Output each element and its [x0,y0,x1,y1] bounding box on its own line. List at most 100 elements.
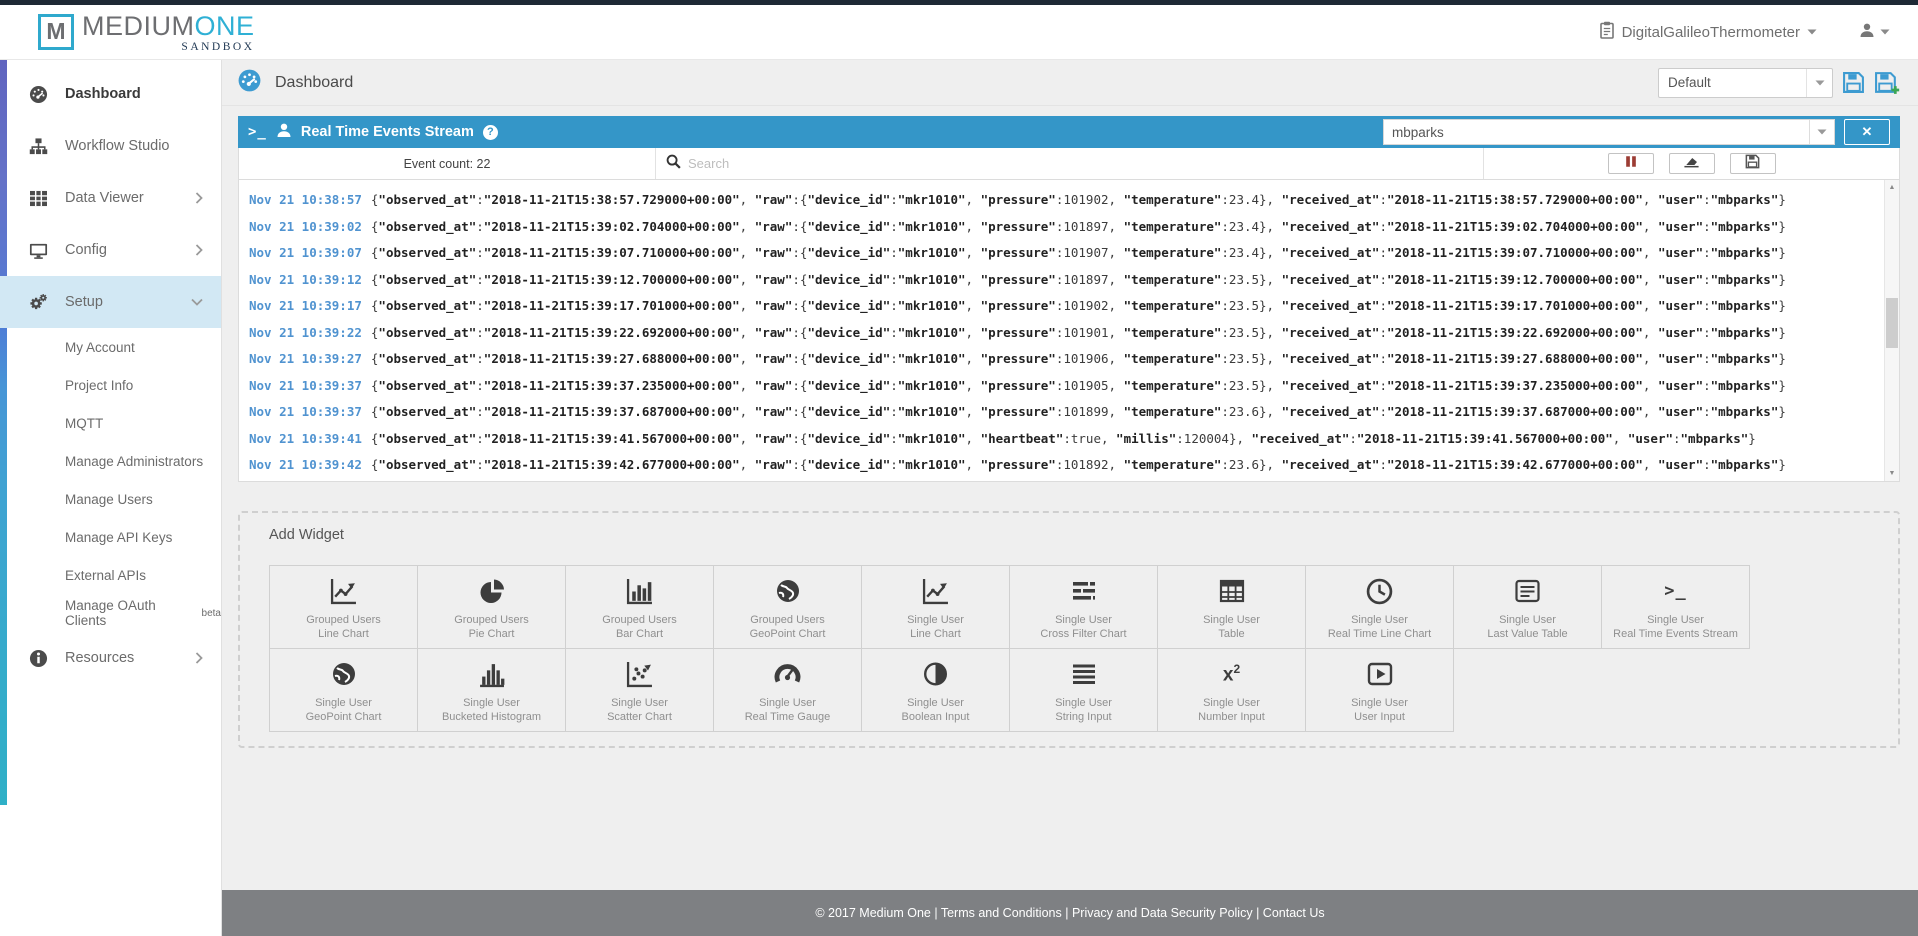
widget-single-user-bucketed-histogram[interactable]: Single UserBucketed Histogram [417,648,566,732]
widget-single-user-real-time-events-stream[interactable]: >_Single UserReal Time Events Stream [1601,565,1750,649]
event-log-row: Nov 21 10:39:22 {"observed_at":"2018-11-2… [249,320,1879,347]
widget-single-user-table[interactable]: Single UserTable [1157,565,1306,649]
terminal-icon: >_ [248,124,267,140]
event-json: {"observed_at":"2018-11-21T15:39:41.5670… [371,431,1756,446]
sidebar-subitem-my-account[interactable]: My Account [0,328,221,366]
sidebar-item-workflow-studio[interactable]: Workflow Studio [0,120,221,172]
scroll-down-arrow-icon[interactable]: ▼ [1885,466,1899,481]
widget-single-user-last-value-table[interactable]: Single UserLast Value Table [1453,565,1602,649]
widget-grouped-users-line-chart[interactable]: Grouped UsersLine Chart [269,565,418,649]
chevron-right-icon [195,244,203,256]
widget-grouped-users-geopoint-chart[interactable]: Grouped UsersGeoPoint Chart [713,565,862,649]
widget-single-user-boolean-input[interactable]: Single UserBoolean Input [861,648,1010,732]
widget-label-line1: Single User [463,696,520,710]
sidebar-subitem-manage-oauth-clients[interactable]: Manage OAuth Clientsbeta [0,594,221,632]
sidebar-item-setup[interactable]: Setup [0,276,221,328]
sidebar-item-label: Workflow Studio [65,138,203,154]
event-timestamp: Nov 21 10:39:17 [249,298,362,313]
sidebar-nav: Dashboard Workflow Studio Data Viewer Confi… [0,60,221,684]
user-filter-combo[interactable] [1383,119,1835,145]
event-json: {"observed_at":"2018-11-21T15:39:07.7100… [371,245,1786,260]
widget-label-line2: User Input [1354,710,1405,724]
brand-logo[interactable]: M MEDIUMONE SANDBOX [38,12,255,53]
scroll-up-arrow-icon[interactable]: ▲ [1885,180,1899,195]
footer-link[interactable]: Privacy and Data Security Policy [1072,906,1253,920]
widget-single-user-geopoint-chart[interactable]: Single UserGeoPoint Chart [269,648,418,732]
sidebar-subitem-label: Manage Administrators [65,454,203,469]
event-json: {"observed_at":"2018-11-21T15:39:27.6880… [371,351,1786,366]
pie-chart-icon [479,575,505,607]
search-input[interactable] [688,156,1483,171]
project-selector[interactable]: DigitalGalileoThermometer [1599,21,1817,44]
close-panel-button[interactable]: ✕ [1844,119,1890,145]
event-timestamp: Nov 21 10:39:37 [249,404,362,419]
event-json: {"observed_at":"2018-11-21T15:39:17.7010… [371,298,1786,313]
event-json: {"observed_at":"2018-11-21T15:39:22.6920… [371,325,1786,340]
widget-single-user-string-input[interactable]: Single UserString Input [1009,648,1158,732]
sidebar-subitem-label: Manage OAuth Clients [65,598,200,628]
chevron-down-icon[interactable] [1809,120,1834,144]
widget-label-line2: Boolean Input [902,710,970,724]
widget-single-user-line-chart[interactable]: Single UserLine Chart [861,565,1010,649]
event-log-row: Nov 21 10:39:37{"observed_at":"2018-11-2… [249,399,1879,426]
save-as-new-dashboard-button[interactable] [1874,71,1900,95]
widget-label-line2: Number Input [1198,710,1265,724]
event-timestamp: Nov 21 10:39:22 [249,325,362,340]
pause-icon [1624,155,1638,173]
widget-single-user-user-input[interactable]: Single UserUser Input [1305,648,1454,732]
clear-stream-button[interactable] [1669,153,1715,174]
event-log-row: Nov 21 10:39:42{"observed_at":"2018-11-2… [249,452,1879,479]
event-log-row: Nov 21 10:39:17 {"observed_at":"2018-11-2… [249,293,1879,320]
widget-single-user-number-input[interactable]: x2Single UserNumber Input [1157,648,1306,732]
widget-single-user-real-time-gauge[interactable]: Single UserReal Time Gauge [713,648,862,732]
app-root: M MEDIUMONE SANDBOX DigitalGalileoThermo… [0,0,1918,936]
sidebar-item-label: Data Viewer [65,190,195,206]
widget-label-line1: Single User [1055,696,1112,710]
save-icon [1745,154,1760,174]
sidebar-subitem-manage-users[interactable]: Manage Users [0,480,221,518]
user-filter-input[interactable] [1384,125,1809,140]
scrollbar-thumb[interactable] [1886,298,1898,348]
sidebar-item-data-viewer[interactable]: Data Viewer [0,172,221,224]
widget-label-line1: Single User [1351,613,1408,627]
save-dashboard-button[interactable] [1842,71,1865,94]
chevron-down-icon [1806,69,1832,97]
sidebar-subitem-mqtt[interactable]: MQTT [0,404,221,442]
sidebar-subitem-manage-administrators[interactable]: Manage Administrators [0,442,221,480]
widget-label-line1: Single User [315,696,372,710]
widget-single-user-cross-filter-chart[interactable]: Single UserCross Filter Chart [1009,565,1158,649]
widget-single-user-real-time-line-chart[interactable]: Single UserReal Time Line Chart [1305,565,1454,649]
sidebar-item-config[interactable]: Config [0,224,221,276]
event-timestamp: Nov 21 10:39:42 [249,457,362,472]
sidebar-subitem-manage-api-keys[interactable]: Manage API Keys [0,518,221,556]
event-log-row: Nov 21 10:39:02{"observed_at":"2018-11-2… [249,214,1879,241]
pause-stream-button[interactable] [1608,153,1654,174]
widget-label-line2: Bar Chart [616,627,663,641]
event-log-row: Nov 21 10:38:57{"observed_at":"2018-11-2… [249,187,1879,214]
clock-icon [1366,575,1393,607]
widget-label-line1: Single User [1055,613,1112,627]
sidebar-subitem-external-apis[interactable]: External APIs [0,556,221,594]
sidebar-subitem-project-info[interactable]: Project Info [0,366,221,404]
widget-label-line2: Table [1218,627,1244,641]
sidebar-item-resources[interactable]: Resources [0,632,221,684]
widget-label-line1: Single User [1499,613,1556,627]
save-stream-button[interactable] [1730,153,1776,174]
dashboard-view-select[interactable]: Default [1658,68,1833,98]
footer-link[interactable]: Terms and Conditions [941,906,1062,920]
sidebar-item-dashboard[interactable]: Dashboard [0,68,221,120]
widget-label-line1: Single User [759,696,816,710]
widget-grouped-users-bar-chart[interactable]: Grouped UsersBar Chart [565,565,714,649]
event-timestamp: Nov 21 10:39:07 [249,245,362,260]
content-spacer [222,748,1918,890]
footer-link[interactable]: Contact Us [1263,906,1325,920]
gauge-icon [774,658,801,690]
user-menu[interactable] [1859,22,1890,43]
help-icon[interactable]: ? [483,125,498,140]
log-scrollbar[interactable]: ▲ ▼ [1884,180,1899,481]
widget-single-user-scatter-chart[interactable]: Single UserScatter Chart [565,648,714,732]
widget-grouped-users-pie-chart[interactable]: Grouped UsersPie Chart [417,565,566,649]
widget-label-line2: Real Time Gauge [745,710,831,724]
eraser-icon [1683,154,1700,173]
table-grid-icon [1219,575,1245,607]
